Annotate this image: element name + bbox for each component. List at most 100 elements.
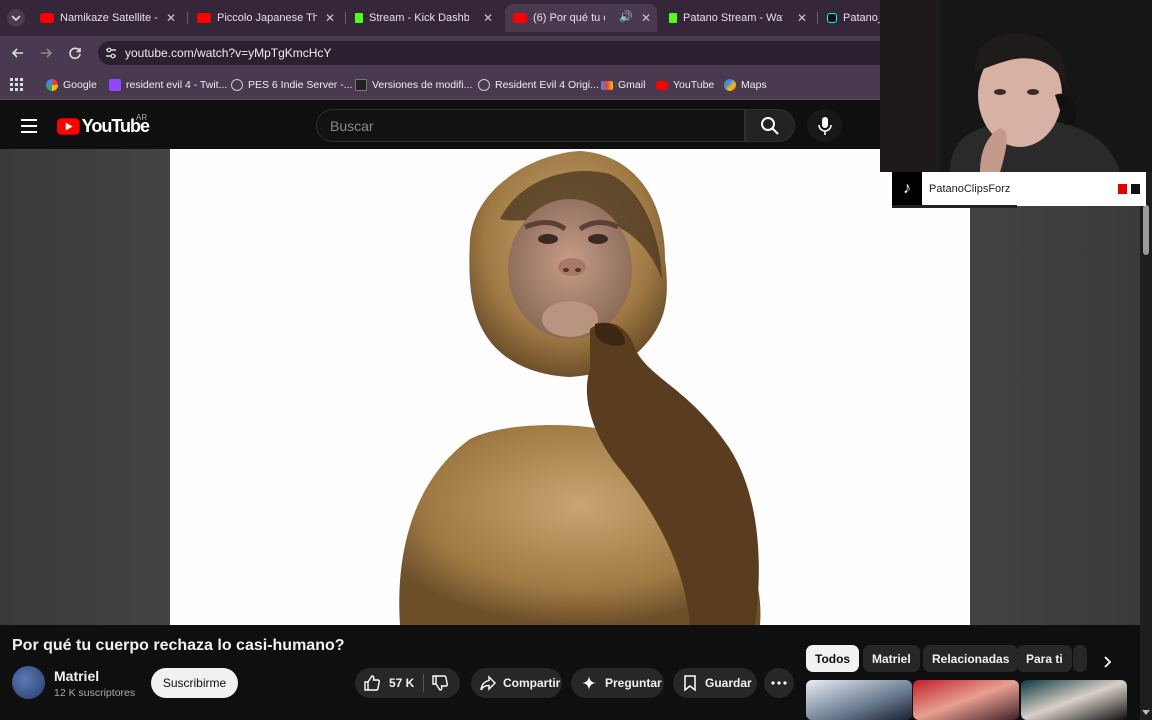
tab-5[interactable]: Patano_ [819, 4, 880, 32]
video-frame[interactable] [170, 149, 970, 625]
chip-label: Matriel [872, 651, 911, 666]
close-icon[interactable]: ✕ [166, 11, 176, 25]
chip-related[interactable]: Relacionadas [923, 645, 1019, 672]
bookmark-label: resident evil 4 - Twit... [126, 79, 228, 91]
bookmark-maps[interactable]: Maps [724, 77, 767, 93]
address-bar[interactable]: youtube.com/watch?v=yMpTgKmcHcY [98, 41, 880, 65]
recommended-thumbnail[interactable] [913, 680, 1019, 720]
monkey-image [399, 151, 761, 625]
channel-name[interactable]: Matriel [54, 668, 99, 684]
close-icon[interactable]: ✕ [325, 11, 335, 25]
youtube-icon [656, 80, 668, 90]
like-divider [423, 674, 424, 692]
forward-icon[interactable] [38, 45, 54, 61]
kick-icon [355, 13, 363, 23]
speaker-icon[interactable]: 🔊 [619, 10, 633, 23]
chevron-right-icon[interactable] [1100, 655, 1114, 669]
thumbs-up-icon [364, 675, 380, 691]
webcam-image [880, 0, 1152, 172]
youtube-icon [197, 13, 211, 23]
chip-channel[interactable]: Matriel [863, 645, 920, 672]
bookmark-pes6[interactable]: PES 6 Indie Server -... [231, 77, 352, 93]
voice-search-button[interactable] [807, 109, 842, 142]
url-text: youtube.com/watch?v=yMpTgKmcHcY [125, 46, 332, 60]
back-icon[interactable] [10, 45, 26, 61]
site-settings-icon[interactable] [104, 46, 118, 60]
bookmark-label: YouTube [673, 79, 715, 91]
tab-title: (6) Por qué tu cuerpo [533, 12, 605, 24]
thumbs-down-icon[interactable] [431, 674, 449, 692]
tab-strip: Namikaze Satellite - You ✕ Piccolo Japan… [0, 0, 880, 36]
menu-icon[interactable] [20, 118, 38, 134]
share-button[interactable]: Compartir [471, 668, 562, 698]
tab-title: Patano Stream - Watch [683, 12, 783, 24]
microphone-icon [818, 117, 832, 135]
chip-label: Para ti [1026, 651, 1063, 666]
youtube-logo[interactable]: YouTube AR [57, 113, 150, 137]
tiktok-handle: PatanoClipsForz [929, 183, 1011, 195]
maps-icon [724, 79, 736, 91]
channel-avatar[interactable] [12, 666, 45, 699]
scroll-down-arrow-icon[interactable] [1141, 709, 1151, 717]
overlay-progress-bar [892, 205, 1017, 208]
tab-title: Namikaze Satellite - You [60, 12, 160, 24]
subscriber-count: 12 K suscriptores [54, 687, 136, 699]
bookmark-youtube[interactable]: YouTube [656, 77, 714, 93]
chip-for-you[interactable]: Para ti [1017, 645, 1072, 672]
tab-1[interactable]: Piccolo Japanese Theme ✕ [189, 4, 341, 32]
chip-partial[interactable] [1073, 645, 1087, 672]
like-button[interactable]: 57 K [355, 668, 460, 698]
tab-4[interactable]: Patano Stream - Watch ✕ [661, 4, 813, 32]
chip-label: Relacionadas [932, 651, 1010, 666]
bookmark-re4[interactable]: Resident Evil 4 Origi... [478, 77, 599, 93]
search-icon [761, 117, 779, 135]
bookmark-icon [684, 675, 696, 692]
save-button[interactable]: Guardar [673, 668, 757, 698]
search-input[interactable]: Buscar [316, 109, 745, 142]
reload-icon[interactable] [67, 45, 83, 61]
recommended-thumbnail[interactable] [806, 680, 912, 720]
sparkle-icon [582, 676, 596, 690]
recommended-thumbnail[interactable] [1021, 680, 1127, 720]
tiktok-icon: ♪ [892, 172, 922, 206]
video-title: Por qué tu cuerpo rechaza lo casi-humano… [12, 637, 345, 654]
search-button[interactable] [745, 109, 795, 142]
close-icon[interactable]: ✕ [797, 11, 807, 25]
apps-grid-icon[interactable] [10, 78, 23, 91]
tab-search-button[interactable] [7, 9, 25, 27]
more-horizontal-icon [771, 681, 787, 685]
bookmark-twitch[interactable]: resident evil 4 - Twit... [109, 77, 227, 93]
ask-label: Preguntar [605, 676, 662, 690]
tab-title: Piccolo Japanese Theme [217, 12, 317, 24]
tiktok-icon [827, 13, 837, 23]
kick-icon [669, 13, 677, 23]
tab-3-active[interactable]: (6) Por qué tu cuerpo 🔊 ✕ [505, 4, 657, 32]
bookmark-versiones[interactable]: Versiones de modifi... [355, 77, 472, 93]
bookmark-label: Maps [741, 79, 767, 91]
google-icon [46, 79, 58, 91]
bookmark-google[interactable]: Google [46, 77, 97, 93]
mod-icon [355, 79, 367, 91]
close-icon[interactable]: ✕ [641, 11, 651, 25]
gmail-icon [601, 80, 613, 90]
subscribe-label: Suscribirme [162, 676, 227, 690]
youtube-play-icon [57, 117, 80, 135]
ask-button[interactable]: Preguntar [571, 668, 664, 698]
tab-2[interactable]: Stream - Kick Dashboard ✕ [347, 4, 499, 32]
country-code: AR [136, 113, 148, 122]
share-icon [480, 675, 496, 691]
bookmark-gmail[interactable]: Gmail [601, 77, 645, 93]
youtube-icon [513, 13, 527, 23]
chip-all[interactable]: Todos [806, 645, 860, 672]
close-icon[interactable]: ✕ [483, 11, 493, 25]
bookmark-label: Google [63, 79, 97, 91]
subscribe-button[interactable]: Suscribirme [151, 668, 238, 698]
bookmark-label: Versiones de modifi... [372, 79, 473, 91]
tab-title: Patano_ [843, 12, 880, 24]
streamer-webcam [880, 0, 1152, 172]
globe-icon [478, 79, 490, 91]
more-actions-button[interactable] [764, 668, 794, 698]
scrollbar-thumb[interactable] [1143, 205, 1149, 255]
bookmark-label: Gmail [618, 79, 646, 91]
tab-0[interactable]: Namikaze Satellite - You ✕ [32, 4, 182, 32]
